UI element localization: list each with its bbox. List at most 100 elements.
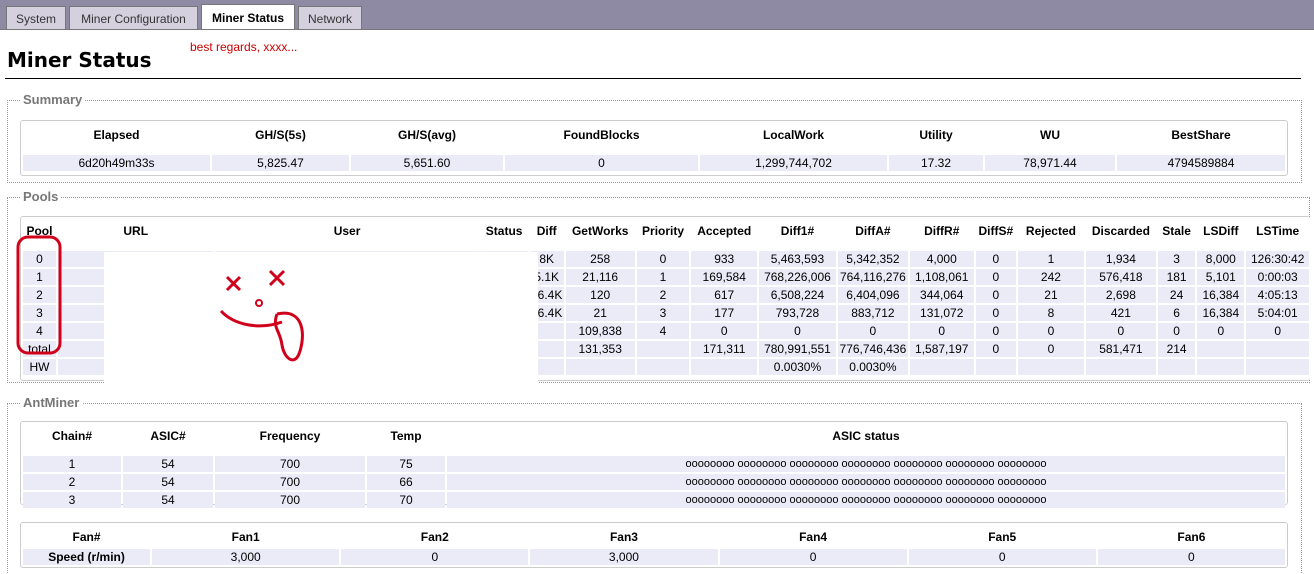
tab-bar: System Miner Configuration Miner Status … — [0, 0, 1314, 30]
summary-table: Elapsed GH/S(5s) GH/S(avg) FoundBlocks L… — [21, 123, 1287, 173]
pool-cell: 8,000 — [1197, 251, 1245, 267]
pool-cell: 1,108,061 — [909, 269, 974, 285]
pool-cell: 793,728 — [759, 305, 836, 321]
pools-header: DiffA# — [855, 224, 891, 238]
chain-row: 1 54 700 75 oooooooo oooooooo oooooooo ooooo… — [23, 456, 1285, 472]
chain-header: ASIC status — [832, 429, 900, 443]
pool-cell: 6,404,096 — [837, 287, 908, 303]
pool-cell: 1 — [1018, 251, 1084, 267]
pool-cell: 768,226,006 — [759, 269, 836, 285]
chain-cell: 54 — [123, 474, 213, 490]
pool-cell — [691, 359, 758, 375]
pool-cell: 5:04:01 — [1246, 305, 1309, 321]
summary-cell: 1,299,744,702 — [700, 155, 887, 171]
pool-cell: 131,072 — [909, 305, 974, 321]
fan-speed-row: Speed (r/min) 3,000 0 3,000 0 0 0 — [23, 549, 1285, 565]
pool-cell: 242 — [1018, 269, 1084, 285]
pool-cell: 0 — [1157, 323, 1196, 339]
pools-header: GetWorks — [571, 224, 629, 238]
summary-cell: 78,971.44 — [985, 155, 1115, 171]
pool-cell: 0 — [975, 287, 1017, 303]
pool-cell: 933 — [691, 251, 758, 267]
pool-cell: 4,000 — [909, 251, 974, 267]
pools-header: Stale — [1162, 224, 1191, 238]
pool-cell: 0 — [909, 323, 974, 339]
pool-cell: 0 — [975, 341, 1017, 357]
pool-cell — [1157, 359, 1196, 375]
pool-cell: 3 — [636, 305, 690, 321]
pools-header: Diff1# — [780, 224, 815, 238]
pools-header: Discarded — [1091, 224, 1150, 238]
pools-header: LSDiff — [1203, 224, 1239, 238]
tab-miner-status[interactable]: Miner Status — [201, 4, 295, 30]
chain-row: 2 54 700 66 oooooooo oooooooo oooooooo ooooo… — [23, 474, 1285, 490]
pool-cell: 16,384 — [1197, 287, 1245, 303]
fan-speed-cell: 3,000 — [530, 549, 718, 565]
pool-cell — [1085, 359, 1156, 375]
pool-cell — [1197, 341, 1245, 357]
summary-header: GH/S(5s) — [255, 128, 306, 142]
summary-header: LocalWork — [762, 128, 825, 142]
pool-cell: 8 — [1018, 305, 1084, 321]
chain-cell: oooooooo oooooooo oooooooo oooooooo oooo… — [447, 456, 1285, 472]
summary-header-row: Elapsed GH/S(5s) GH/S(avg) FoundBlocks L… — [23, 125, 1285, 145]
pool-cell: 5,101 — [1197, 269, 1245, 285]
pool-cell — [975, 359, 1017, 375]
pool-cell: 21 — [1018, 287, 1084, 303]
pools-header: Priority — [642, 224, 685, 238]
pools-header: Diff — [536, 224, 557, 238]
fan-header: Fan1 — [231, 530, 260, 544]
pools-header: DiffS# — [978, 224, 1014, 238]
pool-cell: 1,934 — [1085, 251, 1156, 267]
pool-cell: 126:30:42 — [1246, 251, 1309, 267]
chain-cell: 700 — [215, 492, 365, 508]
pool-cell: 3 — [1157, 251, 1196, 267]
fan-speed-label: Speed (r/min) — [23, 549, 151, 565]
summary-box: Elapsed GH/S(5s) GH/S(avg) FoundBlocks L… — [20, 120, 1288, 176]
pool-cell: 0 — [1246, 323, 1309, 339]
chain-table: Chain# ASIC# Frequency Temp ASIC status … — [21, 424, 1287, 510]
pool-cell: 0 — [759, 323, 836, 339]
tab-network[interactable]: Network — [298, 6, 362, 30]
pools-header: Status — [485, 224, 523, 238]
chain-cell: 700 — [215, 456, 365, 472]
pools-header: LSTime — [1256, 224, 1300, 238]
pool-cell: 0.0030% — [759, 359, 836, 375]
pools-legend: Pools — [20, 189, 62, 204]
summary-header: Utility — [919, 128, 953, 142]
summary-header: Elapsed — [93, 128, 140, 142]
chain-cell: 54 — [123, 492, 213, 508]
pool-cell: 0 — [975, 323, 1017, 339]
summary-cell: 0 — [505, 155, 698, 171]
fan-speed-cell: 0 — [1097, 549, 1285, 565]
pool-cell: 109,838 — [565, 323, 635, 339]
pool-cell: 24 — [1157, 287, 1196, 303]
summary-header: GH/S(avg) — [397, 128, 456, 142]
fan-header: Fan# — [72, 530, 101, 544]
pool-cell: 764,116,276 — [837, 269, 908, 285]
pool-cell: 120 — [565, 287, 635, 303]
pool-cell: 0 — [975, 269, 1017, 285]
chain-cell: 75 — [367, 456, 445, 472]
pool-cell — [565, 359, 635, 375]
pool-cell — [1246, 341, 1309, 357]
pool-cell: 4 — [636, 323, 690, 339]
summary-cell: 6d20h49m33s — [23, 155, 210, 171]
title-divider — [5, 78, 1301, 79]
chain-header-row: Chain# ASIC# Frequency Temp ASIC status — [23, 426, 1285, 446]
pool-cell: 177 — [691, 305, 758, 321]
antminer-legend: AntMiner — [20, 395, 83, 410]
pool-cell — [909, 359, 974, 375]
tab-miner-configuration[interactable]: Miner Configuration — [69, 6, 198, 30]
fan-header-row: Fan# Fan1 Fan2 Fan3 Fan4 Fan5 Fan6 — [23, 527, 1285, 547]
fan-speed-cell: 0 — [341, 549, 529, 565]
pool-cell: 6 — [1157, 305, 1196, 321]
pool-cell: 776,746,436 — [837, 341, 908, 357]
pool-cell: 21 — [565, 305, 635, 321]
pool-cell: 581,471 — [1085, 341, 1156, 357]
chain-header: Chain# — [51, 429, 92, 443]
pool-cell: 1 — [636, 269, 690, 285]
pool-cell: 0 — [636, 251, 690, 267]
pool-cell: 1,587,197 — [909, 341, 974, 357]
tab-system[interactable]: System — [6, 6, 66, 30]
